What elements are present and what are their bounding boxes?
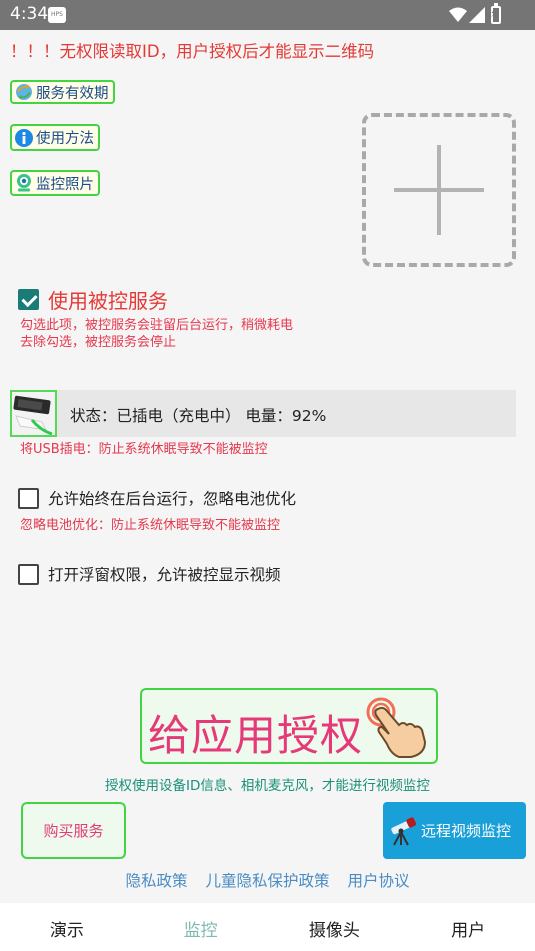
float-window-label: 打开浮窗权限，允许被控显示视频 bbox=[48, 566, 281, 584]
usage-label: 使用方法 bbox=[36, 131, 94, 147]
float-window-checkbox[interactable]: 打开浮窗权限，允许被控显示视频 bbox=[18, 563, 281, 585]
tab-user[interactable]: 用户 bbox=[401, 903, 535, 951]
checkbox-checked[interactable] bbox=[18, 289, 39, 310]
buy-service-label: 购买服务 bbox=[43, 822, 104, 840]
usage-button[interactable]: 使用方法 bbox=[10, 124, 100, 151]
buy-service-button[interactable]: 购买服务 bbox=[21, 802, 126, 859]
service-validity-button[interactable]: 服务有效期 bbox=[10, 80, 115, 104]
plus-icon-vertical bbox=[437, 145, 441, 235]
power-status-text: 状态：已插电（充电中） 电量：92% bbox=[70, 407, 327, 425]
background-run-checkbox[interactable]: 允许始终在后台运行，忽略电池优化 bbox=[18, 487, 296, 509]
tab-monitor[interactable]: 监控 bbox=[134, 903, 268, 951]
info-icon bbox=[15, 128, 33, 147]
controlled-service-hint-1: 勾选此项，被控服务会驻留后台运行，稍微耗电 bbox=[20, 318, 294, 333]
permission-warning: ！！！无权限读取ID，用户授权后才能显示二维码 bbox=[10, 42, 375, 61]
background-run-hint: 忽略电池优化：防止系统休眠导致不能被监控 bbox=[20, 518, 281, 533]
signal-icon bbox=[469, 7, 485, 23]
clock: 4:34 bbox=[10, 4, 49, 24]
charging-phone-icon bbox=[10, 390, 57, 437]
tap-hand-icon bbox=[366, 697, 427, 758]
service-validity-label: 服务有效期 bbox=[36, 85, 109, 102]
monitor-photos-label: 监控照片 bbox=[36, 176, 94, 193]
webcam-icon bbox=[17, 174, 31, 192]
policy-links: 隐私政策 儿童隐私保护政策 用户协议 bbox=[0, 869, 535, 891]
authorize-label: 给应用授权 bbox=[148, 711, 364, 760]
controlled-service-hint-2: 去除勾选，被控服务会停止 bbox=[20, 335, 177, 350]
user-agreement-link[interactable]: 用户协议 bbox=[348, 869, 410, 891]
tab-demo[interactable]: 演示 bbox=[0, 903, 134, 951]
bottom-tab-bar: 演示 监控 摄像头 用户 bbox=[0, 903, 535, 951]
tab-camera[interactable]: 摄像头 bbox=[268, 903, 402, 951]
remote-video-label: 远程视频监控 bbox=[421, 822, 512, 840]
checkbox-unchecked[interactable] bbox=[18, 487, 39, 509]
remote-video-monitor-button[interactable]: 远程视频监控 bbox=[383, 802, 526, 859]
notification-icon: HPS bbox=[48, 7, 66, 23]
refresh-globe-icon bbox=[16, 84, 32, 100]
controlled-service-checkbox[interactable]: 使用被控服务 bbox=[18, 285, 168, 314]
qr-code-placeholder bbox=[362, 113, 516, 267]
battery-icon bbox=[490, 3, 501, 24]
telescope-icon bbox=[391, 816, 417, 845]
child-privacy-link[interactable]: 儿童隐私保护政策 bbox=[205, 869, 329, 891]
power-hint: 将USB插电：防止系统休眠导致不能被监控 bbox=[20, 442, 268, 457]
privacy-policy-link[interactable]: 隐私政策 bbox=[125, 869, 187, 891]
power-status-row: 状态：已插电（充电中） 电量：92% bbox=[10, 390, 516, 437]
authorize-hint: 授权使用设备ID信息、相机麦克风，才能进行视频监控 bbox=[105, 778, 430, 794]
wifi-icon bbox=[449, 7, 467, 22]
controlled-service-label: 使用被控服务 bbox=[48, 289, 168, 313]
authorize-app-button[interactable]: 给应用授权 bbox=[140, 688, 438, 764]
system-status-bar: 4:34 HPS bbox=[0, 0, 535, 30]
checkbox-unchecked[interactable] bbox=[18, 563, 39, 585]
background-run-label: 允许始终在后台运行，忽略电池优化 bbox=[48, 490, 297, 508]
monitor-photos-button[interactable]: 监控照片 bbox=[10, 170, 100, 196]
